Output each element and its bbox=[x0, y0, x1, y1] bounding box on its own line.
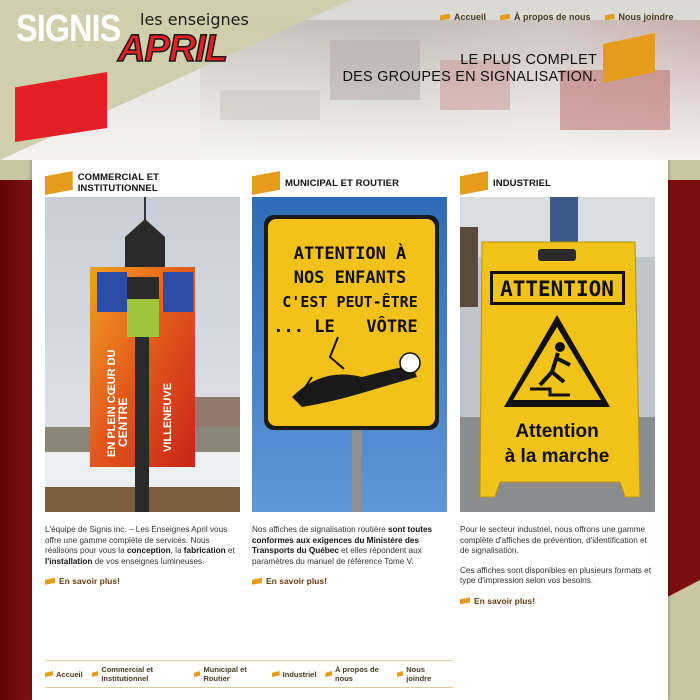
column-industriel: INDUSTRIEL ATTENTION Attention à la marc… bbox=[460, 170, 655, 606]
footer-label: Municipal et Routier bbox=[203, 665, 247, 683]
column-title: MUNICIPAL ET ROUTIER bbox=[285, 177, 400, 189]
header: SIGNIS les enseignes APRIL Accueil À pro… bbox=[0, 0, 700, 160]
april-logo-big: APRIL bbox=[117, 27, 229, 71]
footer-label: À propos de nous bbox=[335, 665, 379, 683]
commercial-photo-image: EN PLEIN CŒUR DU CENTRE VILLENEUVE bbox=[45, 197, 240, 512]
municipal-photo-image: ATTENTION À NOS ENFANTS C'EST PEUT-ÊTRE … bbox=[252, 197, 447, 512]
more-link-industriel[interactable]: En savoir plus! bbox=[460, 596, 655, 607]
more-label: En savoir plus! bbox=[474, 595, 535, 606]
tag-icon bbox=[193, 671, 201, 677]
footer-label: Commercial et Institutionnel bbox=[101, 665, 153, 683]
nav-a-propos[interactable]: À propos de nous bbox=[500, 12, 591, 22]
more-link-commercial[interactable]: En savoir plus! bbox=[45, 576, 240, 587]
tag-icon bbox=[271, 671, 280, 677]
tag-icon bbox=[440, 13, 450, 21]
tag-icon bbox=[45, 171, 73, 195]
tag-icon bbox=[45, 577, 55, 585]
nav-label: Accueil bbox=[454, 12, 487, 22]
tag-icon bbox=[460, 597, 470, 605]
footer-label: Industriel bbox=[282, 669, 317, 679]
tag-icon bbox=[396, 671, 404, 677]
column-text: L'équipe de Signis inc. – Les Enseignes … bbox=[45, 525, 240, 587]
column-commercial: COMMERCIAL ET INSTITUTIONNEL EN PLEIN CŒ… bbox=[45, 170, 240, 587]
municipal-photo[interactable]: ATTENTION À NOS ENFANTS C'EST PEUT-ÊTRE … bbox=[252, 197, 447, 512]
tag-icon bbox=[500, 13, 511, 21]
footer-commercial[interactable]: Commercial et Institutionnel bbox=[91, 665, 185, 683]
column-text: Pour le secteur industriel, nous offrons… bbox=[460, 525, 655, 606]
column-header: MUNICIPAL ET ROUTIER bbox=[252, 170, 447, 196]
slogan: LE PLUS COMPLET DES GROUPES EN SIGNALISA… bbox=[342, 52, 597, 86]
tag-icon bbox=[604, 13, 615, 21]
footer-nous-joindre[interactable]: Nous joindre bbox=[396, 665, 444, 683]
nav-label: Nous joindre bbox=[618, 12, 674, 22]
sign-line: NOS ENFANTS bbox=[294, 268, 407, 288]
industriel-photo[interactable]: ATTENTION Attention à la marche bbox=[460, 197, 655, 512]
sign-line: VÔTRE bbox=[366, 315, 417, 337]
column-municipal: MUNICIPAL ET ROUTIER ATTENTION À NOS ENF… bbox=[252, 170, 447, 587]
column-text: Nos affiches de signalisation routière s… bbox=[252, 525, 447, 587]
tag-icon bbox=[252, 577, 262, 585]
column-paragraph: Pour le secteur industriel, nous offrons… bbox=[460, 525, 647, 555]
sign-text: CENTRE bbox=[116, 398, 130, 447]
text-part: , la bbox=[170, 546, 184, 555]
more-link-municipal[interactable]: En savoir plus! bbox=[252, 576, 447, 587]
sign-line: à la marche bbox=[505, 446, 610, 467]
column-paragraph: L'équipe de Signis inc. – Les Enseignes … bbox=[45, 525, 240, 567]
footer-label: Nous joindre bbox=[406, 665, 432, 683]
text-part: conception bbox=[126, 546, 171, 555]
column-title: COMMERCIAL ET INSTITUTIONNEL bbox=[77, 172, 160, 194]
footer-industriel[interactable]: Industriel bbox=[271, 669, 317, 679]
slogan-line: DES GROUPES EN SIGNALISATION. bbox=[342, 69, 597, 85]
sign-line: ATTENTION À bbox=[294, 242, 407, 264]
text-part: fabrication bbox=[183, 546, 226, 555]
footer-nav: Accueil Commercial et Institutionnel Mun… bbox=[45, 660, 453, 688]
text-part: et bbox=[225, 546, 235, 555]
column-paragraph: Ces affiches sont disponibles en plusieu… bbox=[460, 565, 651, 586]
text-part: Nos affiches de signalisation routière bbox=[252, 525, 388, 534]
more-label: En savoir plus! bbox=[266, 576, 327, 586]
sign-line: Attention bbox=[515, 421, 598, 442]
tag-icon bbox=[325, 671, 333, 677]
tag-icon bbox=[91, 671, 99, 677]
column-paragraph: Nos affiches de signalisation routière s… bbox=[252, 525, 447, 567]
tag-icon bbox=[45, 671, 53, 677]
footer-a-propos[interactable]: À propos de nous bbox=[325, 665, 387, 683]
industriel-photo-image: ATTENTION Attention à la marche bbox=[460, 197, 655, 512]
april-logo[interactable]: les enseignes APRIL bbox=[117, 10, 256, 71]
text-part: l'installation bbox=[45, 556, 93, 566]
tag-icon bbox=[252, 171, 280, 195]
sign-line: ... LE bbox=[273, 317, 334, 337]
sign-line: C'EST PEUT-ÊTRE bbox=[282, 292, 417, 311]
column-title: INDUSTRIEL bbox=[493, 177, 551, 189]
text-part: de vos enseignes lumineuses. bbox=[92, 556, 205, 566]
column-header: INDUSTRIEL bbox=[460, 170, 655, 196]
signis-logo[interactable]: SIGNIS bbox=[16, 8, 121, 51]
footer-accueil[interactable]: Accueil bbox=[45, 670, 83, 679]
april-logo-small: les enseignes bbox=[140, 10, 249, 29]
header-car bbox=[220, 90, 320, 120]
footer-municipal[interactable]: Municipal et Routier bbox=[193, 665, 263, 683]
slogan-line: LE PLUS COMPLET bbox=[460, 52, 597, 68]
more-label: En savoir plus! bbox=[59, 576, 120, 586]
commercial-photo[interactable]: EN PLEIN CŒUR DU CENTRE VILLENEUVE bbox=[45, 197, 240, 512]
nav-nous-joindre[interactable]: Nous joindre bbox=[604, 12, 674, 22]
footer-label: Accueil bbox=[56, 669, 83, 679]
page: SIGNIS les enseignes APRIL Accueil À pro… bbox=[0, 0, 700, 700]
nav-accueil[interactable]: Accueil bbox=[440, 12, 486, 22]
top-nav: Accueil À propos de nous Nous joindre bbox=[440, 12, 688, 22]
sign-text: VILLENEUVE bbox=[162, 383, 174, 452]
nav-label: À propos de nous bbox=[514, 12, 591, 22]
tag-icon bbox=[460, 171, 488, 195]
column-header: COMMERCIAL ET INSTITUTIONNEL bbox=[45, 170, 240, 196]
sign-heading: ATTENTION bbox=[500, 277, 614, 301]
